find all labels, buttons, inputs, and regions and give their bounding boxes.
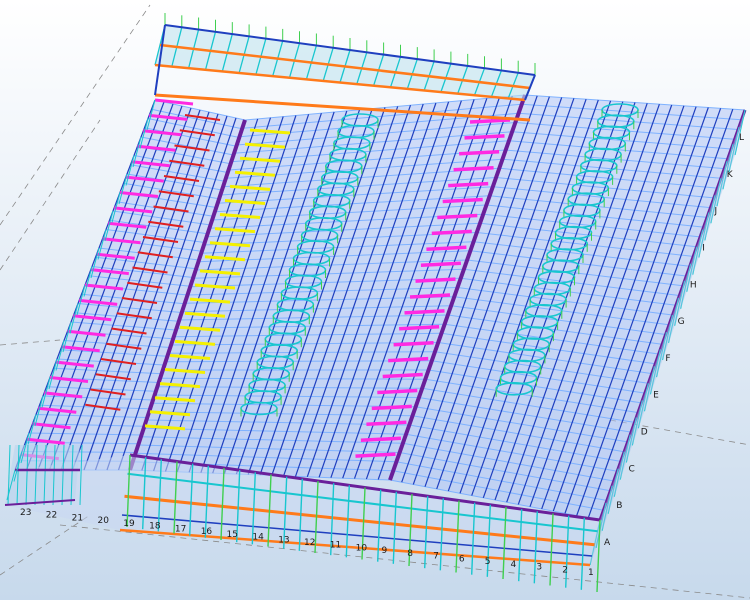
grid-axis-label: 2 [562, 565, 568, 575]
grid-axis-label: 16 [201, 527, 213, 537]
roof-brace [437, 213, 478, 220]
grid-axis-label: 3 [536, 563, 542, 573]
grid-axis-label: 12 [304, 538, 315, 548]
grid-axis-label: 22 [46, 511, 57, 521]
roof-brace [420, 261, 461, 267]
grid-axis-label: 1 [588, 568, 594, 578]
grid-axis-label: A [604, 538, 611, 548]
roof-brace [409, 293, 451, 299]
roof-brace [404, 309, 445, 315]
grid-axis-label: 15 [227, 530, 238, 540]
grid-axis-label: B [616, 501, 622, 511]
roof-brace [393, 340, 434, 347]
grid-axis-label: C [629, 464, 635, 474]
roof-brace [388, 356, 429, 363]
grid-axis-label: G [678, 317, 685, 327]
grid-axis-label: I [702, 244, 705, 254]
structural-model-canvas[interactable]: 1234567891011121314151617181920212223ABC… [0, 0, 750, 600]
roof-brace [448, 181, 489, 188]
roof-brace [377, 388, 418, 395]
grid-axis-label: 4 [511, 560, 517, 570]
roof-brace [459, 150, 500, 156]
grid-axis-label: 5 [485, 557, 491, 567]
roof-brace [399, 325, 440, 331]
grid-axis-label: 20 [98, 516, 110, 526]
roof-brace [360, 436, 401, 442]
roof-brace [431, 229, 472, 236]
roof-brace [453, 165, 494, 172]
roof-brace [355, 452, 396, 458]
grid-axis-label: 11 [330, 541, 341, 551]
roof-brace [415, 277, 456, 283]
grid-axis-label: H [690, 280, 697, 290]
grid-axis-label: 19 [123, 519, 135, 529]
roof-brace [382, 372, 423, 379]
grid-axis-label: 8 [407, 549, 413, 559]
grid-axis-label: 7 [433, 552, 439, 562]
roof-brace [442, 197, 483, 204]
roof-brace [366, 420, 407, 427]
grid-axis-label: F [665, 354, 670, 364]
roof-brace [426, 245, 467, 252]
grid-axis-label: E [653, 391, 659, 401]
roof-brace [469, 118, 511, 124]
roof-brace [464, 134, 505, 140]
grid-axis-label: 21 [72, 514, 83, 524]
grid-axis-label: J [714, 207, 718, 217]
model-3d-viewport[interactable]: 1 2 3 4 5 6 7 8 9 10 11 12 13 14 15 16 17 18 19 20 21 22 23 A B C… [0, 0, 750, 600]
grid-axis-label: 6 [459, 554, 465, 564]
grid-axis-label: 9 [382, 546, 388, 556]
grid-axis-label: D [641, 428, 648, 438]
grid-axis-label: 13 [278, 535, 289, 545]
grid-axis-label: 18 [149, 522, 161, 532]
grid-axis-label: 10 [356, 544, 368, 554]
grid-axis-label: L [739, 133, 744, 143]
roof-brace [371, 404, 412, 411]
grid-axis-label: 14 [252, 533, 264, 543]
grid-axis-label: 17 [175, 524, 186, 534]
grid-axis-label: 23 [20, 508, 31, 518]
